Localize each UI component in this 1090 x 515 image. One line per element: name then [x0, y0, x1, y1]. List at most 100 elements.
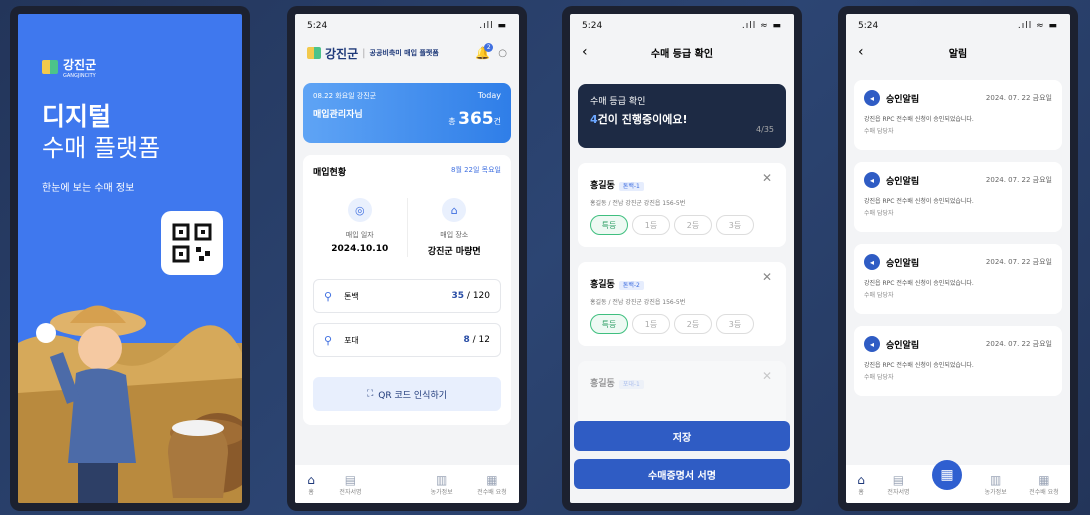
notification-date: 2024. 07. 22 금요일	[985, 94, 1052, 102]
request-icon: ▦	[486, 472, 498, 487]
request-icon: ▦	[1038, 472, 1050, 487]
grade-option[interactable]: 1등	[632, 314, 670, 334]
bell-icon[interactable]: 🔔 2	[475, 43, 494, 60]
page-title: 수매 등급 확인	[650, 48, 714, 60]
grade-option[interactable]: 3등	[716, 314, 754, 334]
tab-label: 전수배 요청	[477, 488, 507, 496]
item-tag: 포대-1	[618, 380, 644, 389]
tab-transfer[interactable]: ▦ 전수배 요청	[1029, 473, 1059, 496]
speaker-icon: ◂	[864, 254, 880, 270]
list-item[interactable]: ⚲ 포대 8 / 12	[313, 323, 501, 357]
notification-phone: 5:24 .ıll ≈ ▬ ‹ 알림 ◂ 승인알림 2024. 07. 22 금요일…	[838, 6, 1078, 511]
grade-option[interactable]: 특등	[590, 314, 628, 334]
qr-code-icon[interactable]	[161, 211, 223, 275]
status-bar: 5:24 .ıll ≈ ▬	[846, 14, 1070, 38]
tab-home[interactable]: ⌂ 홈	[307, 473, 315, 496]
tab-label: 홈	[308, 488, 314, 496]
banner-date: 08.22 화요일 강진군	[313, 92, 377, 100]
today-banner: 08.22 화요일 강진군 매입관리자님 Today 총 365건	[303, 83, 511, 143]
qr-scan-fab[interactable]: ▦	[932, 460, 963, 490]
item-done: 35	[451, 291, 465, 301]
farmer-illustration	[18, 305, 242, 503]
count-prefix: 총	[448, 117, 456, 126]
splash-title-2: 수매 플랫폼	[42, 134, 161, 162]
notification-date: 2024. 07. 22 금요일	[985, 340, 1052, 348]
grade-phone: 5:24 .ıll ≈ ▬ ‹ 수매 등급 확인 수매 등급 확인 4건이 진행…	[562, 6, 802, 511]
qr-icon: ▦	[940, 467, 954, 483]
logo-mark-icon	[42, 59, 58, 74]
close-icon[interactable]: ✕	[762, 171, 772, 185]
grade-option[interactable]: 특등	[590, 215, 628, 235]
status-bar: 5:24 .ıll ▬	[295, 14, 519, 38]
tab-farm-info[interactable]: ▥ 농가정보	[431, 473, 453, 496]
speaker-icon: ◂	[864, 172, 880, 188]
splash-subtitle: 한눈에 보는 수매 정보	[42, 183, 135, 194]
notification-item[interactable]: ◂ 승인알림 2024. 07. 22 금요일 강진읍 RPC 전수배 신청이 승인…	[854, 80, 1062, 150]
close-icon[interactable]: ✕	[762, 369, 772, 383]
farmer-name: 홍길동	[590, 379, 615, 389]
speaker-icon: ◂	[864, 336, 880, 352]
farmer-address: 홍길동 / 전남 강진군 강진읍 156-5번	[590, 299, 686, 306]
notification-sender: 수매 담당자	[864, 292, 894, 299]
close-icon[interactable]: ✕	[762, 270, 772, 284]
notification-body: 강진읍 RPC 전수배 신청이 승인되었습니다.	[864, 198, 974, 205]
home-screen: 5:24 .ıll ▬ 강진군 | 공공비축미 매입 플랫폼 🔔 2 ○ 08.2…	[295, 14, 519, 503]
item-count: 8 / 12	[464, 335, 491, 345]
farmer-address: 홍길동 / 전남 강진군 강진읍 156-5번	[590, 200, 686, 207]
tab-home[interactable]: ⌂ 홈	[857, 473, 865, 496]
app-header: 강진군 | 공공비축미 매입 플랫폼 🔔 2 ○	[295, 38, 519, 68]
banner-status-text: 건이 진행중이에요!	[597, 113, 688, 126]
notification-item[interactable]: ◂ 승인알림 2024. 07. 22 금요일 강진읍 RPC 전수배 신청이 승인…	[854, 162, 1062, 232]
item-label: 톤백	[344, 291, 359, 301]
tab-esign[interactable]: ▤ 전자서명	[339, 473, 361, 496]
grade-screen: 5:24 .ıll ≈ ▬ ‹ 수매 등급 확인 수매 등급 확인 4건이 진행…	[570, 14, 794, 503]
qr-scan-button[interactable]: ⛶ QR 코드 인식하기	[313, 377, 501, 411]
document-icon: ▤	[892, 472, 905, 487]
sign-certificate-button[interactable]: 수매증명서 서명	[574, 459, 790, 489]
save-button[interactable]: 저장	[574, 421, 790, 451]
tree-icon: ⚲	[324, 333, 333, 347]
list-item[interactable]: ⚲ 톤백 35 / 120	[313, 279, 501, 313]
banner-count: 총 365건	[448, 109, 501, 129]
tab-label: 농가정보	[984, 488, 1007, 496]
banner-title: 수매 등급 확인	[590, 97, 646, 107]
document-icon: ▤	[344, 472, 357, 487]
grade-option[interactable]: 2등	[674, 314, 712, 334]
tab-transfer[interactable]: ▦ 전수배 요청	[477, 473, 507, 496]
notification-title: 승인알림	[886, 176, 920, 187]
notification-item[interactable]: ◂ 승인알림 2024. 07. 22 금요일 강진읍 RPC 전수배 신청이 승인…	[854, 244, 1062, 314]
farmer-name: 홍길동	[590, 181, 615, 191]
info-icon: ▥	[989, 472, 1002, 487]
grade-card: 홍길동 톤백-1 ✕ 홍길동 / 전남 강진군 강진읍 156-5번 특등 1등 …	[578, 163, 786, 247]
notification-sender: 수매 담당자	[864, 374, 894, 381]
notification-sender: 수매 담당자	[864, 128, 894, 135]
notification-title: 승인알림	[886, 94, 920, 105]
banner-count: 4	[590, 113, 598, 126]
grade-card: 홍길동 톤백-2 ✕ 홍길동 / 전남 강진군 강진읍 156-5번 특등 1등 …	[578, 262, 786, 346]
status-title: 매입현황	[313, 168, 347, 178]
grade-option[interactable]: 1등	[632, 215, 670, 235]
tab-label: 전자서명	[887, 488, 910, 496]
date-label: 매입 일자	[345, 231, 374, 239]
back-icon[interactable]: ‹	[582, 44, 588, 60]
logo-name: 강진군	[63, 58, 97, 72]
grade-option[interactable]: 3등	[716, 215, 754, 235]
notification-date: 2024. 07. 22 금요일	[985, 258, 1052, 266]
search-icon[interactable]: ○	[498, 48, 507, 59]
logo-sub: GANGJINCITY	[63, 73, 96, 79]
grade-option[interactable]: 2등	[674, 215, 712, 235]
back-icon[interactable]: ‹	[858, 44, 864, 60]
notification-date: 2024. 07. 22 금요일	[985, 176, 1052, 184]
tab-esign[interactable]: ▤ 전자서명	[887, 473, 909, 496]
item-label: 포대	[344, 335, 359, 345]
tab-label: 전수배 요청	[1029, 488, 1059, 496]
item-tag: 톤백-2	[618, 281, 644, 290]
count-unit: 건	[493, 117, 501, 126]
home-icon: ⌂	[857, 472, 865, 487]
home-phone: 5:24 .ıll ▬ 강진군 | 공공비축미 매입 플랫폼 🔔 2 ○ 08.2…	[287, 6, 527, 511]
tab-farm-info[interactable]: ▥ 농가정보	[985, 473, 1007, 496]
tab-label: 전자서명	[339, 488, 362, 496]
notification-item[interactable]: ◂ 승인알림 2024. 07. 22 금요일 강진읍 RPC 전수배 신청이 승인…	[854, 326, 1062, 396]
item-count: 35 / 120	[452, 291, 490, 301]
item-total: / 120	[466, 291, 490, 301]
